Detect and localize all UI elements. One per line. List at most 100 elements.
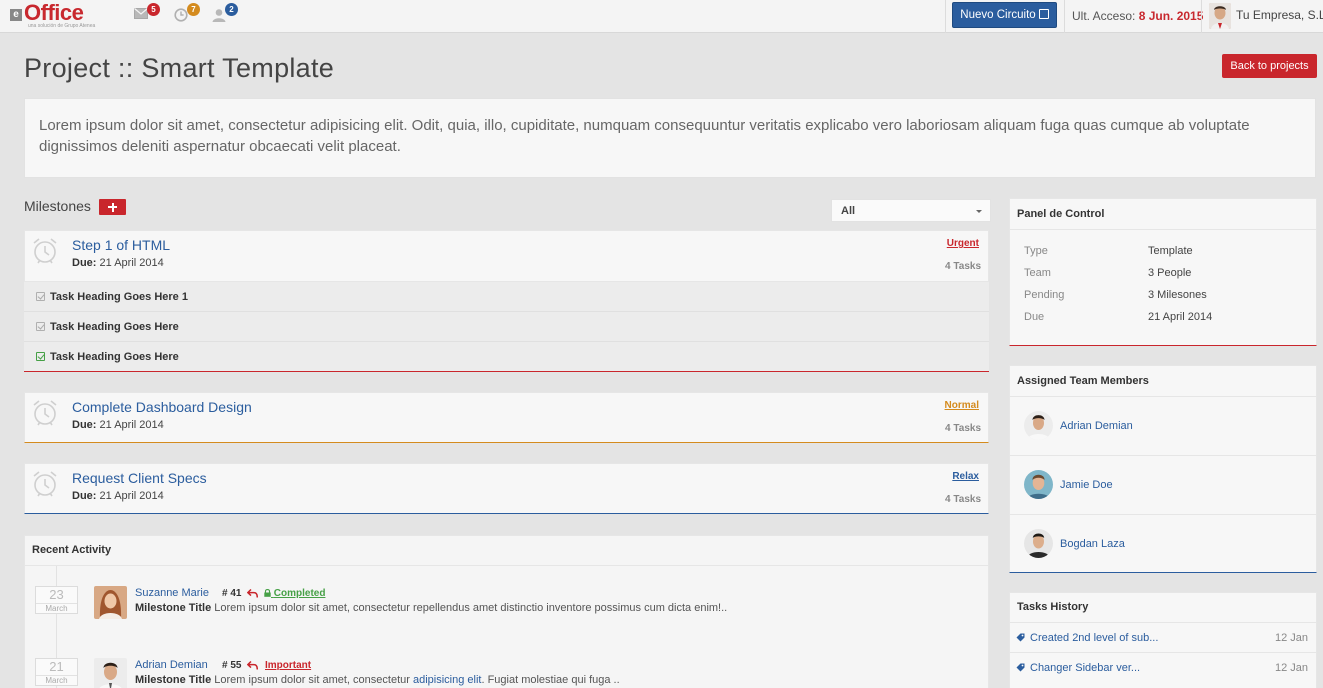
history-row[interactable]: Changer Sidebar ver... 12 Jan bbox=[1010, 652, 1316, 682]
milestones-title: Milestones bbox=[24, 198, 91, 214]
reminders-count-badge: 7 bbox=[187, 3, 200, 16]
due-date: 21 April 2014 bbox=[99, 257, 164, 269]
due-label: Due: bbox=[72, 490, 97, 502]
tasks-history-title: Tasks History bbox=[1017, 601, 1089, 613]
status-text: Completed bbox=[273, 588, 326, 599]
task-label: Task Heading Goes Here bbox=[50, 351, 179, 363]
app-logo[interactable]: e Office una solución de Grupo Atenea bbox=[9, 0, 99, 30]
team-member-name[interactable]: Jamie Doe bbox=[1060, 479, 1113, 491]
alarm-clock-icon bbox=[33, 238, 57, 264]
activity-user-name[interactable]: Suzanne Marie bbox=[135, 587, 209, 599]
info-value: 3 People bbox=[1148, 267, 1192, 279]
activity-date: 21 March bbox=[35, 658, 78, 686]
alarm-clock-icon bbox=[33, 400, 57, 426]
history-date: 12 Jan bbox=[1274, 632, 1308, 644]
avatar[interactable] bbox=[1209, 3, 1231, 29]
info-label: Team bbox=[1024, 267, 1051, 279]
messages-button[interactable]: 5 bbox=[134, 3, 162, 26]
task-count: 4 Tasks bbox=[945, 423, 981, 434]
users-count-badge: 2 bbox=[225, 3, 238, 16]
task-row[interactable]: Task Heading Goes Here bbox=[24, 342, 989, 372]
control-panel-title: Panel de Control bbox=[1017, 208, 1105, 220]
milestone-filter-value: All bbox=[841, 205, 856, 217]
history-row[interactable]: Created 2nd level of sub... 12 Jan bbox=[1010, 622, 1316, 652]
priority-badge[interactable]: Urgent bbox=[947, 238, 979, 249]
checkbox-checked-icon[interactable] bbox=[36, 352, 45, 361]
due-label: Due: bbox=[72, 257, 97, 269]
recent-activity-panel: Recent Activity 23 March Suzanne Marie #… bbox=[24, 535, 989, 688]
task-count: 4 Tasks bbox=[945, 261, 981, 272]
due-date: 21 April 2014 bbox=[99, 419, 164, 431]
team-member-name[interactable]: Adrian Demian bbox=[1060, 420, 1133, 432]
milestone-filter-select[interactable]: All bbox=[831, 199, 991, 222]
task-row[interactable]: Task Heading Goes Here 1 bbox=[24, 282, 989, 312]
milestone-title: Milestone Title bbox=[135, 602, 212, 614]
new-circuit-button[interactable]: Nuevo Circuito bbox=[952, 2, 1057, 28]
clock-icon bbox=[174, 8, 188, 22]
team-member[interactable]: Jamie Doe bbox=[1010, 456, 1316, 515]
team-member[interactable]: Adrian Demian bbox=[1010, 397, 1316, 456]
milestone-card[interactable]: Request Client Specs Due: 21 April 2014 … bbox=[24, 463, 989, 514]
avatar[interactable] bbox=[94, 658, 127, 688]
divider bbox=[1010, 229, 1316, 230]
activity-user-name[interactable]: Adrian Demian bbox=[135, 659, 208, 671]
activity-text: Milestone Title Lorem ipsum dolor sit am… bbox=[135, 674, 620, 686]
status-badge[interactable]: Completed bbox=[264, 588, 325, 599]
checkbox-icon[interactable] bbox=[36, 322, 45, 331]
status-badge[interactable]: Important bbox=[265, 660, 311, 671]
team-member[interactable]: Bogdan Laza bbox=[1010, 515, 1316, 574]
priority-badge[interactable]: Normal bbox=[945, 400, 979, 411]
milestone-name[interactable]: Complete Dashboard Design bbox=[72, 399, 252, 415]
messages-count-badge: 5 bbox=[147, 3, 160, 16]
page-title: Project :: Smart Template bbox=[24, 53, 335, 83]
team-member-name[interactable]: Bogdan Laza bbox=[1060, 538, 1125, 550]
history-text[interactable]: Changer Sidebar ver... bbox=[1030, 662, 1140, 674]
activity-link[interactable]: adipisicing elit bbox=[413, 674, 481, 686]
milestone-due: Due: 21 April 2014 bbox=[72, 257, 164, 269]
project-description: Lorem ipsum dolor sit amet, consectetur … bbox=[24, 98, 1316, 178]
milestone-name[interactable]: Step 1 of HTML bbox=[72, 237, 170, 253]
task-label: Task Heading Goes Here 1 bbox=[50, 291, 188, 303]
divider bbox=[1201, 0, 1202, 33]
edit-icon bbox=[1038, 9, 1049, 19]
task-count: 4 Tasks bbox=[945, 494, 981, 505]
new-circuit-label: Nuevo Circuito bbox=[960, 9, 1036, 21]
add-milestone-button[interactable] bbox=[99, 199, 126, 215]
avatar bbox=[1024, 529, 1053, 558]
tag-icon bbox=[1016, 663, 1025, 672]
reminders-button[interactable]: 7 bbox=[174, 3, 202, 26]
checkbox-icon[interactable] bbox=[36, 292, 45, 301]
milestone-due: Due: 21 April 2014 bbox=[72, 419, 164, 431]
caret-down-icon bbox=[976, 210, 982, 213]
milestone-card[interactable]: Complete Dashboard Design Due: 21 April … bbox=[24, 392, 989, 443]
activity-body-end: . Fugiat molestiae qui fuga .. bbox=[481, 674, 620, 686]
task-row[interactable]: Task Heading Goes Here bbox=[24, 312, 989, 342]
users-button[interactable]: 2 bbox=[212, 3, 240, 26]
company-name[interactable]: Tu Empresa, S.L. bbox=[1236, 8, 1323, 22]
milestone-card[interactable]: Step 1 of HTML Due: 21 April 2014 Urgent… bbox=[24, 230, 989, 282]
activity-ticket-number[interactable]: # 55 bbox=[222, 660, 241, 671]
last-access: Ult. Acceso: 8 Jun. 2015 bbox=[1072, 9, 1203, 23]
priority-badge[interactable]: Relax bbox=[952, 471, 979, 482]
logo-subtitle: una solución de Grupo Atenea bbox=[28, 23, 96, 29]
logo-mark: e bbox=[10, 9, 22, 21]
history-date: 12 Jan bbox=[1274, 662, 1308, 674]
reply-icon bbox=[247, 661, 258, 670]
activity-text: Milestone Title Lorem ipsum dolor sit am… bbox=[135, 602, 727, 614]
alarm-clock-icon bbox=[33, 471, 57, 497]
top-bar: e Office una solución de Grupo Atenea 5 … bbox=[0, 0, 1323, 33]
back-to-projects-button[interactable]: Back to projects bbox=[1222, 54, 1317, 78]
info-value: 3 Milesones bbox=[1148, 289, 1207, 301]
milestone-name[interactable]: Request Client Specs bbox=[72, 470, 207, 486]
team-members-panel: Assigned Team Members Adrian Demian Jami… bbox=[1009, 365, 1317, 573]
avatar bbox=[1024, 470, 1053, 499]
lock-icon bbox=[264, 589, 271, 597]
info-label: Pending bbox=[1024, 289, 1065, 301]
history-text[interactable]: Created 2nd level of sub... bbox=[1030, 632, 1158, 644]
avatar bbox=[1024, 411, 1053, 440]
info-label: Due bbox=[1024, 311, 1045, 323]
mail-icon bbox=[134, 8, 148, 19]
avatar[interactable] bbox=[94, 586, 127, 619]
info-value: 21 April 2014 bbox=[1148, 311, 1213, 323]
activity-ticket-number[interactable]: # 41 bbox=[222, 588, 241, 599]
